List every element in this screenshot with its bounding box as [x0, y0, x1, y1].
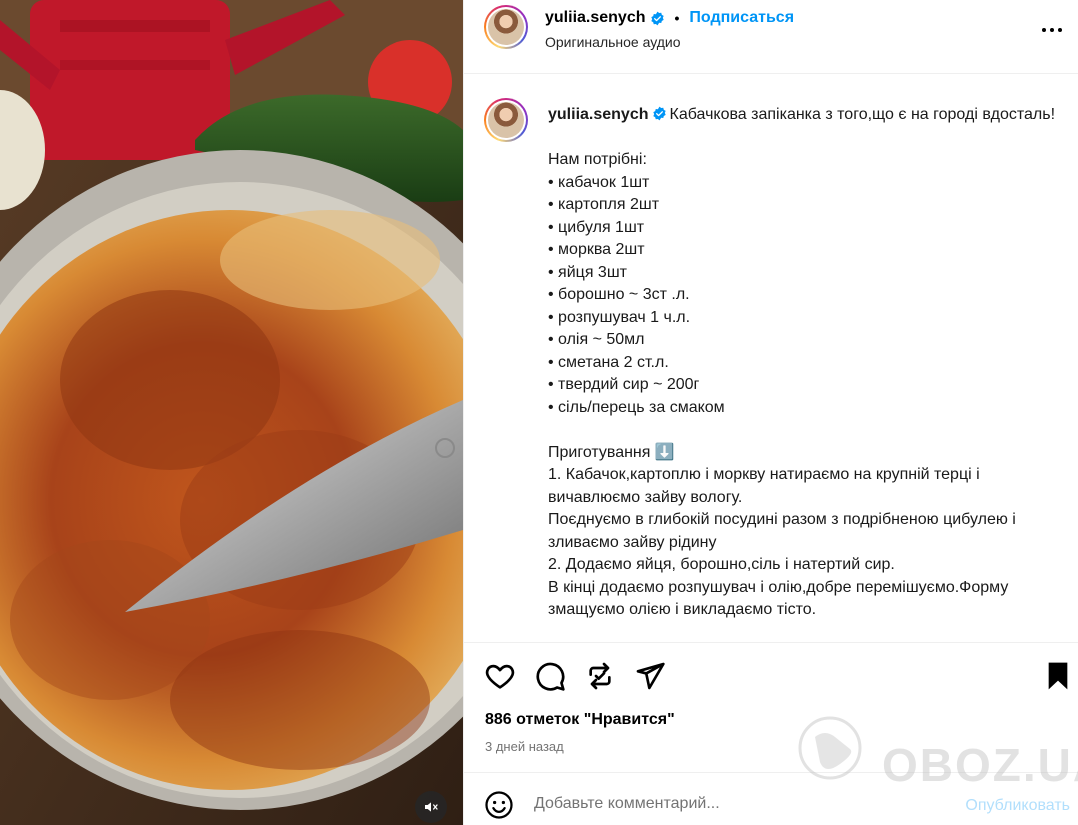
avatar[interactable] [484, 5, 528, 49]
audio-label[interactable]: Оригинальное аудио [545, 34, 681, 50]
post-details-panel: yuliia.senych • Подписаться Оригинальное… [463, 0, 1078, 825]
verified-badge-icon [650, 11, 664, 25]
repost-icon[interactable] [584, 660, 616, 692]
caption: yuliia.senych Кабачкова запіканка з того,… [548, 104, 1063, 622]
post-date[interactable]: 3 дней назад [485, 739, 564, 754]
author-username[interactable]: yuliia.senych [545, 9, 646, 27]
author-row: yuliia.senych • Подписаться [545, 9, 794, 27]
casserole-photo [0, 0, 463, 825]
emoji-icon[interactable] [484, 790, 514, 820]
mute-button[interactable] [415, 791, 447, 823]
bookmark-icon[interactable] [1042, 660, 1074, 692]
action-bar [464, 654, 1078, 698]
separator-dot: • [674, 10, 680, 26]
caption-text: Кабачкова запіканка з того,що є на город… [548, 106, 1056, 618]
post-media-image[interactable] [0, 0, 463, 825]
verified-badge-icon [652, 106, 666, 121]
publish-button[interactable]: Опубликовать [965, 797, 1070, 815]
likes-count[interactable]: 886 отметок "Нравится" [485, 711, 675, 729]
caption-username[interactable]: yuliia.senych [548, 106, 649, 123]
follow-button[interactable]: Подписаться [689, 9, 794, 27]
caption-scroll-area[interactable]: yuliia.senych Кабачкова запіканка з того,… [464, 75, 1078, 643]
speaker-muted-icon [425, 802, 438, 812]
heart-icon[interactable] [484, 660, 516, 692]
comment-input[interactable] [534, 789, 934, 819]
share-icon[interactable] [634, 660, 666, 692]
avatar[interactable] [484, 98, 528, 142]
comment-icon[interactable] [534, 660, 566, 692]
more-horizontal-icon[interactable] [1038, 18, 1066, 42]
post-header: yuliia.senych • Подписаться Оригинальное… [464, 0, 1078, 74]
comment-bar: Опубликовать [464, 772, 1078, 825]
